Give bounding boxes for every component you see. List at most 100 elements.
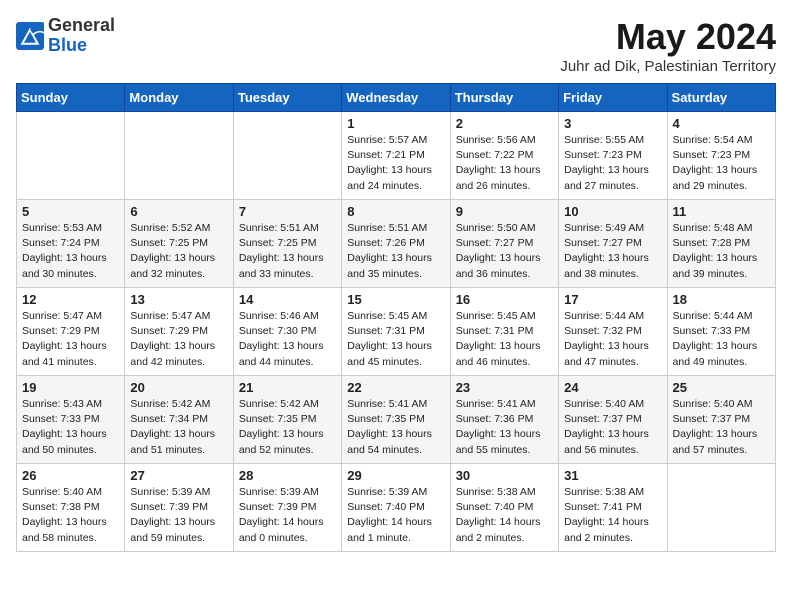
calendar-week-row: 12Sunrise: 5:47 AM Sunset: 7:29 PM Dayli… — [17, 288, 776, 376]
day-info: Sunrise: 5:47 AM Sunset: 7:29 PM Dayligh… — [130, 309, 227, 370]
calendar-cell — [233, 112, 341, 200]
calendar-cell: 2 Sunrise: 5:56 AM Sunset: 7:22 PM Daylig… — [450, 112, 558, 200]
day-number: 13 — [130, 292, 227, 307]
calendar-cell: 30 Sunrise: 5:38 AM Sunset: 7:40 PM Dayli… — [450, 464, 558, 552]
day-number: 24 — [564, 380, 661, 395]
calendar-cell: 14 Sunrise: 5:46 AM Sunset: 7:30 PM Dayli… — [233, 288, 341, 376]
day-number: 1 — [347, 116, 444, 131]
calendar-cell: 20 Sunrise: 5:42 AM Sunset: 7:34 PM Dayli… — [125, 376, 233, 464]
calendar-cell: 23 Sunrise: 5:41 AM Sunset: 7:36 PM Dayli… — [450, 376, 558, 464]
day-info: Sunrise: 5:57 AM Sunset: 7:21 PM Dayligh… — [347, 133, 444, 194]
weekday-header-cell: Wednesday — [342, 84, 450, 112]
day-number: 14 — [239, 292, 336, 307]
calendar-cell — [125, 112, 233, 200]
day-info: Sunrise: 5:45 AM Sunset: 7:31 PM Dayligh… — [456, 309, 553, 370]
day-number: 15 — [347, 292, 444, 307]
calendar-week-row: 19 Sunrise: 5:43 AM Sunset: 7:33 PM Dayli… — [17, 376, 776, 464]
day-info: Sunrise: 5:55 AM Sunset: 7:23 PM Dayligh… — [564, 133, 661, 194]
calendar-week-row: 26 Sunrise: 5:40 AM Sunset: 7:38 PM Dayli… — [17, 464, 776, 552]
calendar-cell: 8Sunrise: 5:51 AM Sunset: 7:26 PM Daylig… — [342, 200, 450, 288]
day-number: 23 — [456, 380, 553, 395]
day-info: Sunrise: 5:43 AM Sunset: 7:33 PM Dayligh… — [22, 397, 119, 458]
day-number: 17 — [564, 292, 661, 307]
weekday-header-cell: Monday — [125, 84, 233, 112]
day-number: 11 — [673, 204, 770, 219]
calendar-cell: 5Sunrise: 5:53 AM Sunset: 7:24 PM Daylig… — [17, 200, 125, 288]
logo: General Blue — [16, 16, 115, 56]
location-subtitle: Juhr ad Dik, Palestinian Territory — [560, 58, 776, 75]
day-number: 4 — [673, 116, 770, 131]
day-number: 29 — [347, 468, 444, 483]
day-info: Sunrise: 5:40 AM Sunset: 7:38 PM Dayligh… — [22, 485, 119, 546]
weekday-header-cell: Tuesday — [233, 84, 341, 112]
day-number: 20 — [130, 380, 227, 395]
day-number: 3 — [564, 116, 661, 131]
day-info: Sunrise: 5:42 AM Sunset: 7:34 PM Dayligh… — [130, 397, 227, 458]
day-number: 16 — [456, 292, 553, 307]
day-info: Sunrise: 5:45 AM Sunset: 7:31 PM Dayligh… — [347, 309, 444, 370]
day-info: Sunrise: 5:50 AM Sunset: 7:27 PM Dayligh… — [456, 221, 553, 282]
calendar-cell: 13 Sunrise: 5:47 AM Sunset: 7:29 PM Dayli… — [125, 288, 233, 376]
day-info: Sunrise: 5:38 AM Sunset: 7:40 PM Dayligh… — [456, 485, 553, 546]
weekday-header-row: SundayMondayTuesdayWednesdayThursdayFrid… — [17, 84, 776, 112]
day-info: Sunrise: 5:38 AM Sunset: 7:41 PM Dayligh… — [564, 485, 661, 546]
day-info: Sunrise: 5:56 AM Sunset: 7:22 PM Dayligh… — [456, 133, 553, 194]
day-info: Sunrise: 5:47 AM Sunset: 7:29 PM Dayligh… — [22, 309, 119, 370]
logo-general-text: General — [48, 15, 115, 35]
calendar-cell: 3 Sunrise: 5:55 AM Sunset: 7:23 PM Daylig… — [559, 112, 667, 200]
day-info: Sunrise: 5:51 AM Sunset: 7:26 PM Dayligh… — [347, 221, 444, 282]
day-info: Sunrise: 5:39 AM Sunset: 7:40 PM Dayligh… — [347, 485, 444, 546]
day-info: Sunrise: 5:44 AM Sunset: 7:32 PM Dayligh… — [564, 309, 661, 370]
day-info: Sunrise: 5:39 AM Sunset: 7:39 PM Dayligh… — [130, 485, 227, 546]
day-number: 21 — [239, 380, 336, 395]
page-header: General Blue May 2024 Juhr ad Dik, Pales… — [16, 16, 776, 75]
calendar-cell: 15 Sunrise: 5:45 AM Sunset: 7:31 PM Dayli… — [342, 288, 450, 376]
calendar-cell: 16 Sunrise: 5:45 AM Sunset: 7:31 PM Dayli… — [450, 288, 558, 376]
day-number: 6 — [130, 204, 227, 219]
weekday-header-cell: Saturday — [667, 84, 775, 112]
day-info: Sunrise: 5:49 AM Sunset: 7:27 PM Dayligh… — [564, 221, 661, 282]
calendar-cell: 25Sunrise: 5:40 AM Sunset: 7:37 PM Dayli… — [667, 376, 775, 464]
day-number: 26 — [22, 468, 119, 483]
logo-icon — [16, 22, 44, 50]
calendar-cell: 29 Sunrise: 5:39 AM Sunset: 7:40 PM Dayli… — [342, 464, 450, 552]
calendar-cell: 11 Sunrise: 5:48 AM Sunset: 7:28 PM Dayli… — [667, 200, 775, 288]
calendar-cell: 31 Sunrise: 5:38 AM Sunset: 7:41 PM Dayli… — [559, 464, 667, 552]
calendar-cell: 10Sunrise: 5:49 AM Sunset: 7:27 PM Dayli… — [559, 200, 667, 288]
day-number: 27 — [130, 468, 227, 483]
weekday-header-cell: Friday — [559, 84, 667, 112]
calendar-cell — [17, 112, 125, 200]
weekday-header-cell: Thursday — [450, 84, 558, 112]
day-number: 28 — [239, 468, 336, 483]
day-info: Sunrise: 5:41 AM Sunset: 7:36 PM Dayligh… — [456, 397, 553, 458]
day-info: Sunrise: 5:40 AM Sunset: 7:37 PM Dayligh… — [673, 397, 770, 458]
calendar-cell: 1 Sunrise: 5:57 AM Sunset: 7:21 PM Daylig… — [342, 112, 450, 200]
calendar-table: SundayMondayTuesdayWednesdayThursdayFrid… — [16, 83, 776, 552]
calendar-cell: 21 Sunrise: 5:42 AM Sunset: 7:35 PM Dayli… — [233, 376, 341, 464]
day-info: Sunrise: 5:39 AM Sunset: 7:39 PM Dayligh… — [239, 485, 336, 546]
calendar-body: 1 Sunrise: 5:57 AM Sunset: 7:21 PM Daylig… — [17, 112, 776, 552]
day-info: Sunrise: 5:54 AM Sunset: 7:23 PM Dayligh… — [673, 133, 770, 194]
calendar-cell: 22Sunrise: 5:41 AM Sunset: 7:35 PM Dayli… — [342, 376, 450, 464]
calendar-cell: 28 Sunrise: 5:39 AM Sunset: 7:39 PM Dayli… — [233, 464, 341, 552]
calendar-cell: 26 Sunrise: 5:40 AM Sunset: 7:38 PM Dayli… — [17, 464, 125, 552]
day-info: Sunrise: 5:41 AM Sunset: 7:35 PM Dayligh… — [347, 397, 444, 458]
day-info: Sunrise: 5:40 AM Sunset: 7:37 PM Dayligh… — [564, 397, 661, 458]
calendar-cell: 19 Sunrise: 5:43 AM Sunset: 7:33 PM Dayli… — [17, 376, 125, 464]
day-info: Sunrise: 5:42 AM Sunset: 7:35 PM Dayligh… — [239, 397, 336, 458]
day-number: 2 — [456, 116, 553, 131]
calendar-cell: 4 Sunrise: 5:54 AM Sunset: 7:23 PM Daylig… — [667, 112, 775, 200]
day-number: 9 — [456, 204, 553, 219]
day-info: Sunrise: 5:44 AM Sunset: 7:33 PM Dayligh… — [673, 309, 770, 370]
calendar-cell: 27 Sunrise: 5:39 AM Sunset: 7:39 PM Dayli… — [125, 464, 233, 552]
day-info: Sunrise: 5:48 AM Sunset: 7:28 PM Dayligh… — [673, 221, 770, 282]
calendar-cell: 18 Sunrise: 5:44 AM Sunset: 7:33 PM Dayli… — [667, 288, 775, 376]
day-number: 31 — [564, 468, 661, 483]
day-number: 19 — [22, 380, 119, 395]
day-number: 30 — [456, 468, 553, 483]
day-info: Sunrise: 5:53 AM Sunset: 7:24 PM Dayligh… — [22, 221, 119, 282]
day-number: 18 — [673, 292, 770, 307]
day-info: Sunrise: 5:46 AM Sunset: 7:30 PM Dayligh… — [239, 309, 336, 370]
weekday-header-cell: Sunday — [17, 84, 125, 112]
calendar-week-row: 5Sunrise: 5:53 AM Sunset: 7:24 PM Daylig… — [17, 200, 776, 288]
